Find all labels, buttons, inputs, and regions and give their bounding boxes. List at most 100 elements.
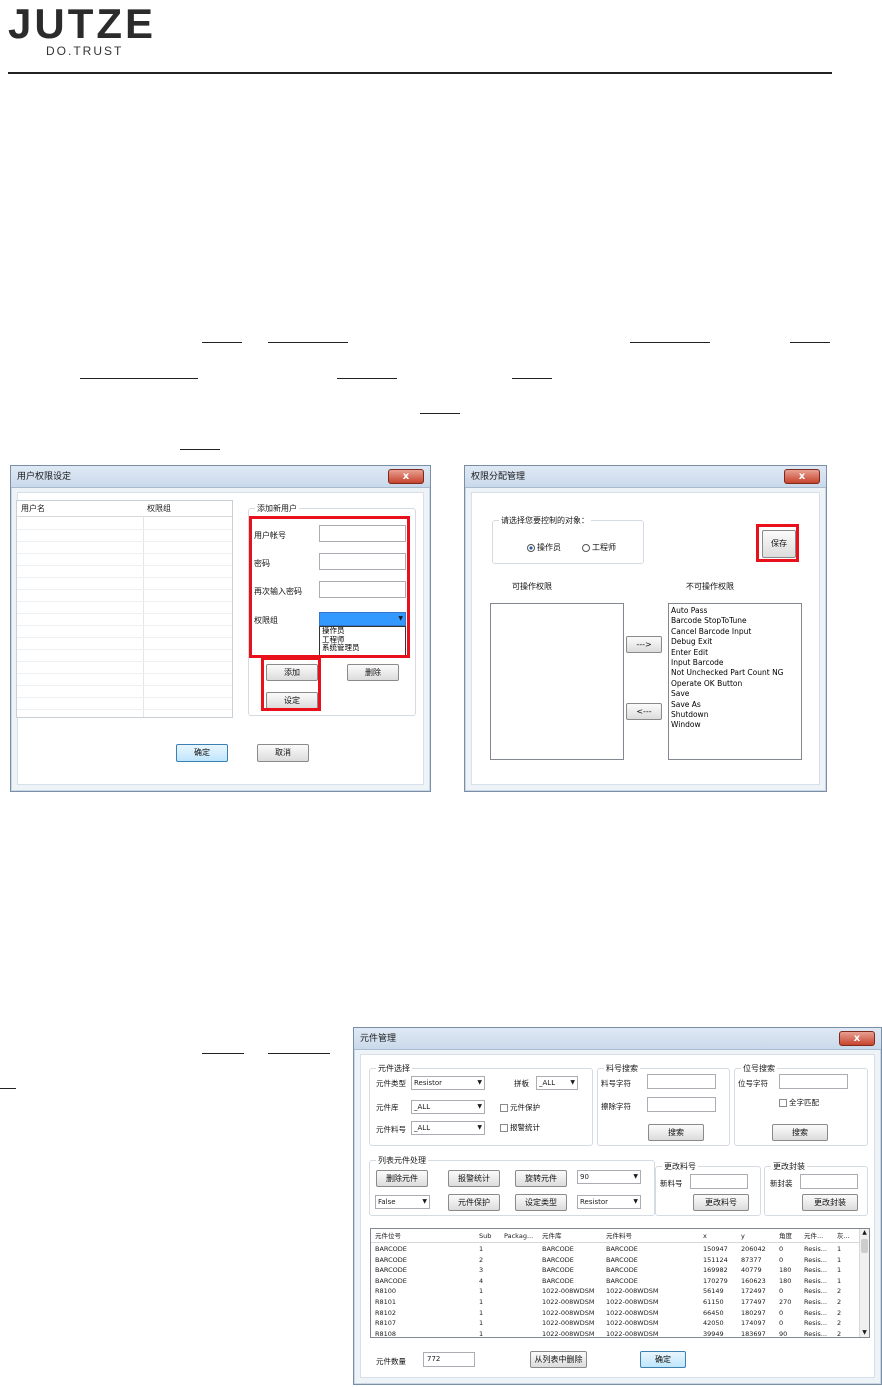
table-row[interactable] bbox=[17, 566, 232, 578]
lib-select[interactable]: _ALL ▼ bbox=[411, 1100, 485, 1114]
vertical-scrollbar[interactable]: ▲ ▼ bbox=[859, 1229, 869, 1337]
table-row[interactable]: BARCODE 1 BARCODE BARCODE 150947 206042 0 Resis… bbox=[371, 1244, 859, 1255]
table-row[interactable] bbox=[17, 614, 232, 626]
table-cell: 66450 bbox=[703, 1308, 724, 1317]
component-table[interactable]: 元件位号 Sub Packag... 元件库 元件料号 x y 角度 元件...… bbox=[370, 1228, 870, 1338]
scroll-down-icon[interactable]: ▼ bbox=[861, 1329, 868, 1337]
table-row[interactable]: BARCODE 2 BARCODE BARCODE 151124 87377 0 Resis.… bbox=[371, 1255, 859, 1266]
new-pn-input[interactable] bbox=[690, 1174, 748, 1189]
table-cell: 1 bbox=[479, 1319, 484, 1328]
list-item[interactable]: Save bbox=[669, 689, 801, 699]
table-row[interactable]: R8107 1 1022-008WDSM 1022-008WDSM 42050 17409… bbox=[371, 1318, 859, 1329]
alarm-checkbox[interactable]: 报警统计 bbox=[500, 1122, 540, 1133]
protect-component-button[interactable]: 元件保护 bbox=[448, 1194, 500, 1211]
scroll-thumb[interactable] bbox=[861, 1239, 868, 1253]
table-row[interactable] bbox=[17, 542, 232, 554]
full-match-label: 全字匹配 bbox=[789, 1098, 819, 1107]
list-item[interactable]: Enter Edit bbox=[669, 648, 801, 658]
column-header[interactable]: 元件位号 bbox=[375, 1229, 475, 1243]
set-type-select[interactable]: Resistor ▼ bbox=[577, 1195, 641, 1209]
table-row[interactable]: R8108 1 1022-008WDSM 1022-008WDSM 39949 18369… bbox=[371, 1329, 859, 1337]
dialog-title: 用户权限设定 bbox=[11, 466, 430, 488]
table-row[interactable] bbox=[17, 650, 232, 662]
column-header[interactable]: 角度 bbox=[779, 1229, 801, 1243]
table-row[interactable]: BARCODE 4 BARCODE BARCODE 170279 160623 180 Res… bbox=[371, 1276, 859, 1287]
table-row[interactable]: BARCODE 3 BARCODE BARCODE 169982 40779 180 Resi… bbox=[371, 1265, 859, 1276]
remove-from-list-button[interactable]: 从列表中删除 bbox=[530, 1351, 587, 1368]
rotate-select[interactable]: 90 ▼ bbox=[577, 1170, 641, 1184]
pn-erase-input[interactable] bbox=[647, 1097, 716, 1112]
list-item[interactable]: Save As bbox=[669, 700, 801, 710]
move-left-button[interactable]: <--- bbox=[626, 703, 662, 720]
column-header[interactable]: x bbox=[703, 1229, 739, 1243]
alarm-stat-button[interactable]: 报警统计 bbox=[448, 1170, 500, 1187]
list-item[interactable]: Barcode StopToTune bbox=[669, 616, 801, 626]
protect-checkbox[interactable]: 元件保护 bbox=[500, 1102, 540, 1113]
table-row[interactable] bbox=[17, 662, 232, 674]
panel-select[interactable]: _ALL ▼ bbox=[536, 1076, 578, 1090]
ok-button[interactable]: 确定 bbox=[640, 1351, 686, 1368]
new-pkg-input[interactable] bbox=[800, 1174, 858, 1189]
part-select[interactable]: _ALL ▼ bbox=[411, 1121, 485, 1135]
list-item[interactable]: Window bbox=[669, 720, 801, 730]
table-row[interactable] bbox=[17, 638, 232, 650]
list-item[interactable]: Shutdown bbox=[669, 710, 801, 720]
column-header-group[interactable]: 权限组 bbox=[143, 501, 232, 517]
list-item[interactable]: Auto Pass bbox=[669, 606, 801, 616]
pn-char-input[interactable] bbox=[647, 1074, 716, 1089]
list-item[interactable]: Debug Exit bbox=[669, 637, 801, 647]
rotate-button[interactable]: 旋转元件 bbox=[515, 1170, 567, 1187]
allowed-permissions-list[interactable] bbox=[490, 603, 624, 760]
ok-button[interactable]: 确定 bbox=[176, 744, 228, 762]
list-item[interactable]: Not Unchecked Part Count NG bbox=[669, 668, 801, 678]
table-row[interactable] bbox=[17, 698, 232, 710]
pos-search-button[interactable]: 搜索 bbox=[772, 1124, 828, 1141]
table-row[interactable]: R8102 1 1022-008WDSM 1022-008WDSM 66450 18029… bbox=[371, 1308, 859, 1319]
cancel-button[interactable]: 取消 bbox=[257, 744, 309, 762]
close-button[interactable]: x bbox=[388, 469, 424, 484]
list-item[interactable]: Operate OK Button bbox=[669, 679, 801, 689]
table-row[interactable] bbox=[17, 686, 232, 698]
table-row[interactable] bbox=[17, 518, 232, 530]
list-item[interactable]: Input Barcode bbox=[669, 658, 801, 668]
column-header[interactable]: y bbox=[741, 1229, 777, 1243]
full-match-checkbox[interactable]: 全字匹配 bbox=[779, 1097, 819, 1108]
radio-operator[interactable]: 操作员 bbox=[527, 542, 561, 553]
scroll-up-icon[interactable]: ▲ bbox=[861, 1229, 868, 1237]
set-type-button[interactable]: 设定类型 bbox=[515, 1194, 567, 1211]
count-label: 元件数量 bbox=[376, 1357, 406, 1366]
column-header[interactable]: 元件库 bbox=[542, 1229, 602, 1243]
list-item[interactable]: Cancel Barcode Input bbox=[669, 627, 801, 637]
type-select[interactable]: Resistor ▼ bbox=[411, 1076, 485, 1090]
column-header-username[interactable]: 用户名 bbox=[17, 501, 143, 517]
close-button[interactable]: x bbox=[784, 469, 820, 484]
table-row[interactable]: R8101 1 1022-008WDSM 1022-008WDSM 61150 17749… bbox=[371, 1297, 859, 1308]
column-header[interactable]: Sub bbox=[479, 1229, 501, 1243]
table-row[interactable] bbox=[17, 626, 232, 638]
highlight-box bbox=[249, 516, 410, 658]
denied-permissions-list[interactable]: Auto Pass Barcode StopToTune Cancel Barc… bbox=[668, 603, 802, 760]
table-row[interactable] bbox=[17, 602, 232, 614]
radio-engineer[interactable]: 工程师 bbox=[582, 542, 616, 553]
table-cell: 151124 bbox=[703, 1255, 728, 1264]
user-table[interactable]: 用户名 权限组 bbox=[16, 500, 233, 718]
delete-component-button[interactable]: 删除元件 bbox=[376, 1170, 428, 1187]
table-row[interactable] bbox=[17, 590, 232, 602]
close-button[interactable]: x bbox=[839, 1031, 875, 1046]
column-header[interactable]: 元件料号 bbox=[606, 1229, 696, 1243]
column-header[interactable]: 灰... bbox=[837, 1229, 857, 1243]
table-row[interactable]: R8100 1 1022-008WDSM 1022-008WDSM 56149 17249… bbox=[371, 1286, 859, 1297]
protect-value-select[interactable]: False ▼ bbox=[375, 1195, 430, 1209]
column-header[interactable]: 元件... bbox=[804, 1229, 834, 1243]
change-pn-button[interactable]: 更改料号 bbox=[693, 1194, 749, 1211]
column-header[interactable]: Packag... bbox=[504, 1229, 540, 1243]
table-row[interactable] bbox=[17, 530, 232, 542]
change-pkg-button[interactable]: 更改封装 bbox=[802, 1194, 858, 1211]
pos-char-input[interactable] bbox=[779, 1074, 848, 1089]
table-row[interactable] bbox=[17, 554, 232, 566]
table-row[interactable] bbox=[17, 674, 232, 686]
delete-button[interactable]: 删除 bbox=[347, 664, 399, 681]
pn-search-button[interactable]: 搜索 bbox=[648, 1124, 704, 1141]
table-row[interactable] bbox=[17, 578, 232, 590]
move-right-button[interactable]: ---> bbox=[626, 636, 662, 653]
